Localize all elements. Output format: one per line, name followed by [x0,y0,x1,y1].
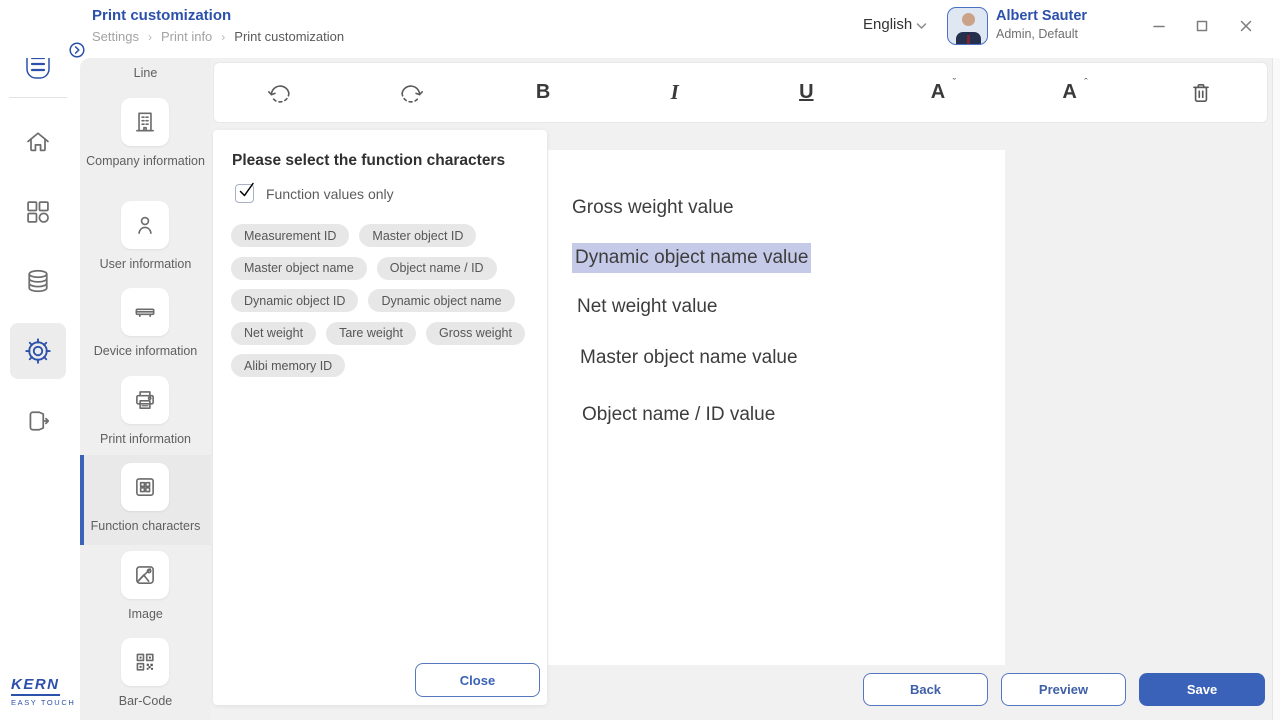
editor-line-selected[interactable]: Dynamic object name value [572,243,811,273]
sidebar-item-line[interactable]: Line [80,65,211,81]
company-information-icon[interactable] [121,98,169,146]
print-information-icon[interactable] [121,376,169,424]
avatar-tie [967,35,970,44]
checkbox-label: Function values only [266,186,394,202]
avatar-head [962,13,975,26]
print-template-editor[interactable]: Gross weight value Dynamic object name v… [548,150,1005,665]
underline-button[interactable]: U [741,63,873,122]
font-increase-label: Aˆ [1062,81,1076,104]
chip-gross-weight[interactable]: Gross weight [426,322,525,345]
maximize-icon[interactable] [1192,16,1212,36]
chip-measurement-id[interactable]: Measurement ID [231,224,349,247]
chevron-down-icon [916,22,927,30]
chevron-up-icon: ˆ [1084,77,1088,89]
chip-master-object-id[interactable]: Master object ID [359,224,476,247]
chip-alibi-memory-id[interactable]: Alibi memory ID [231,354,345,377]
barcode-icon[interactable] [121,638,169,686]
home-icon[interactable] [10,114,66,170]
sidebar-item-device-information[interactable]: Device information [80,343,211,359]
editor-line[interactable]: Master object name value [580,345,798,371]
italic-button[interactable]: I [609,63,741,122]
chevron-down-icon: ˇ [952,77,956,89]
font-decrease-button[interactable]: Aˇ [872,63,1004,122]
sidebar-item-image[interactable]: Image [80,606,211,622]
function-values-only-checkbox[interactable]: Function values only [235,184,394,203]
logout-icon[interactable] [10,393,66,449]
user-role: Admin, Default [996,27,1078,41]
italic-label: I [671,80,679,105]
underline-label: U [799,81,813,104]
breadcrumb-separator-icon: › [221,30,225,44]
avatar[interactable] [947,7,988,45]
bold-label: B [536,81,550,104]
breadcrumb-current: Print customization [234,29,344,44]
function-characters-icon[interactable] [121,463,169,511]
font-decrease-label: Aˇ [931,81,945,104]
vertical-scrollbar[interactable] [1272,58,1280,720]
rail-divider [9,97,67,98]
checkbox-checked-icon [235,184,254,203]
sidebar-item-company-information[interactable]: Company information [80,153,211,169]
chip-master-object-name[interactable]: Master object name [231,257,367,280]
app-window: Print customization Settings › Print inf… [0,0,1280,720]
page-title: Print customization [92,7,231,24]
chip-dynamic-object-id[interactable]: Dynamic object ID [231,289,358,312]
header: Print customization Settings › Print inf… [0,0,1280,58]
editor-line[interactable]: Gross weight value [572,195,734,221]
function-characters-panel: Please select the function characters Fu… [213,130,547,705]
chip-object-name-id[interactable]: Object name / ID [377,257,497,280]
undo-icon[interactable] [214,63,346,122]
preview-button[interactable]: Preview [1001,673,1126,706]
chip-tare-weight[interactable]: Tare weight [326,322,416,345]
print-sections-sidebar: Line Company information User informatio… [80,58,211,720]
breadcrumb-settings[interactable]: Settings [92,29,139,44]
apps-icon[interactable] [10,184,66,240]
kern-logo-text: KERN [11,676,60,696]
breadcrumb-print-info[interactable]: Print info [161,29,212,44]
database-icon[interactable] [10,253,66,309]
sidebar-item-function-characters[interactable]: Function characters [80,518,211,534]
format-toolbar: B I U Aˇ Aˆ [213,62,1268,123]
language-selector[interactable]: English [863,16,927,33]
back-button[interactable]: Back [863,673,988,706]
sidebar-expand-button[interactable] [69,42,85,58]
language-label: English [863,16,912,33]
sidebar-item-bar-code[interactable]: Bar-Code [80,693,211,709]
chip-net-weight[interactable]: Net weight [231,322,316,345]
close-button[interactable]: Close [415,663,540,697]
editor-line[interactable]: Object name / ID value [582,402,775,428]
user-information-icon[interactable] [121,201,169,249]
user-name[interactable]: Albert Sauter [996,8,1087,24]
save-button[interactable]: Save [1139,673,1265,706]
minimize-icon[interactable] [1149,16,1169,36]
panel-title: Please select the function characters [232,152,505,170]
function-chip-list: Measurement ID Master object ID Master o… [231,224,533,377]
breadcrumb: Settings › Print info › Print customizat… [92,29,344,44]
device-information-icon[interactable] [121,288,169,336]
settings-icon[interactable] [10,323,66,379]
redo-icon[interactable] [346,63,478,122]
kern-logo-subtitle: EASY TOUCH [11,698,75,707]
bold-button[interactable]: B [477,63,609,122]
delete-icon[interactable] [1135,63,1267,122]
breadcrumb-separator-icon: › [148,30,152,44]
nav-rail: KERN EASY TOUCH [0,0,80,720]
editor-line[interactable]: Net weight value [577,294,717,320]
image-icon[interactable] [121,551,169,599]
chip-dynamic-object-name[interactable]: Dynamic object name [368,289,514,312]
kern-logo: KERN EASY TOUCH [11,676,75,707]
sidebar-item-print-information[interactable]: Print information [80,431,211,447]
font-increase-button[interactable]: Aˆ [1004,63,1136,122]
sidebar-item-user-information[interactable]: User information [80,256,211,272]
close-icon[interactable] [1236,16,1256,36]
